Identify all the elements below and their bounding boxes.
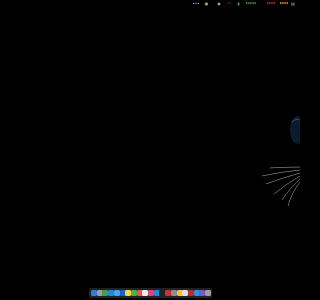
notes-icon[interactable]: ▣ bbox=[204, 0, 209, 7]
circle-status-icon[interactable]: ◉ bbox=[216, 0, 222, 7]
control-center-icon[interactable]: ▤ bbox=[289, 0, 297, 7]
stat-amber[interactable]: ▮▮▮▮ bbox=[279, 0, 289, 7]
menu-bar: ••• ▣ ◉ ◠ ▮ ▮▮▮▮▮ ▮▮▮▮ ▮▮▮▮ ▤ bbox=[0, 0, 300, 7]
desktop[interactable] bbox=[0, 0, 300, 300]
stat-green[interactable]: ▮▮▮▮▮ bbox=[245, 0, 257, 7]
dock bbox=[89, 288, 212, 298]
overflow-menu-icon[interactable]: ••• bbox=[191, 0, 201, 7]
mail-icon[interactable] bbox=[113, 290, 120, 296]
wifi-icon[interactable]: ◠ bbox=[226, 0, 232, 7]
wallpaper-cat-image bbox=[261, 116, 300, 207]
messages-icon[interactable] bbox=[130, 290, 137, 296]
stat-red[interactable]: ▮▮▮▮ bbox=[266, 0, 276, 7]
pdf-icon[interactable] bbox=[187, 290, 194, 296]
settings-icon[interactable] bbox=[170, 290, 177, 296]
battery-icon[interactable]: ▮ bbox=[236, 0, 241, 7]
trash-icon[interactable] bbox=[205, 290, 211, 296]
